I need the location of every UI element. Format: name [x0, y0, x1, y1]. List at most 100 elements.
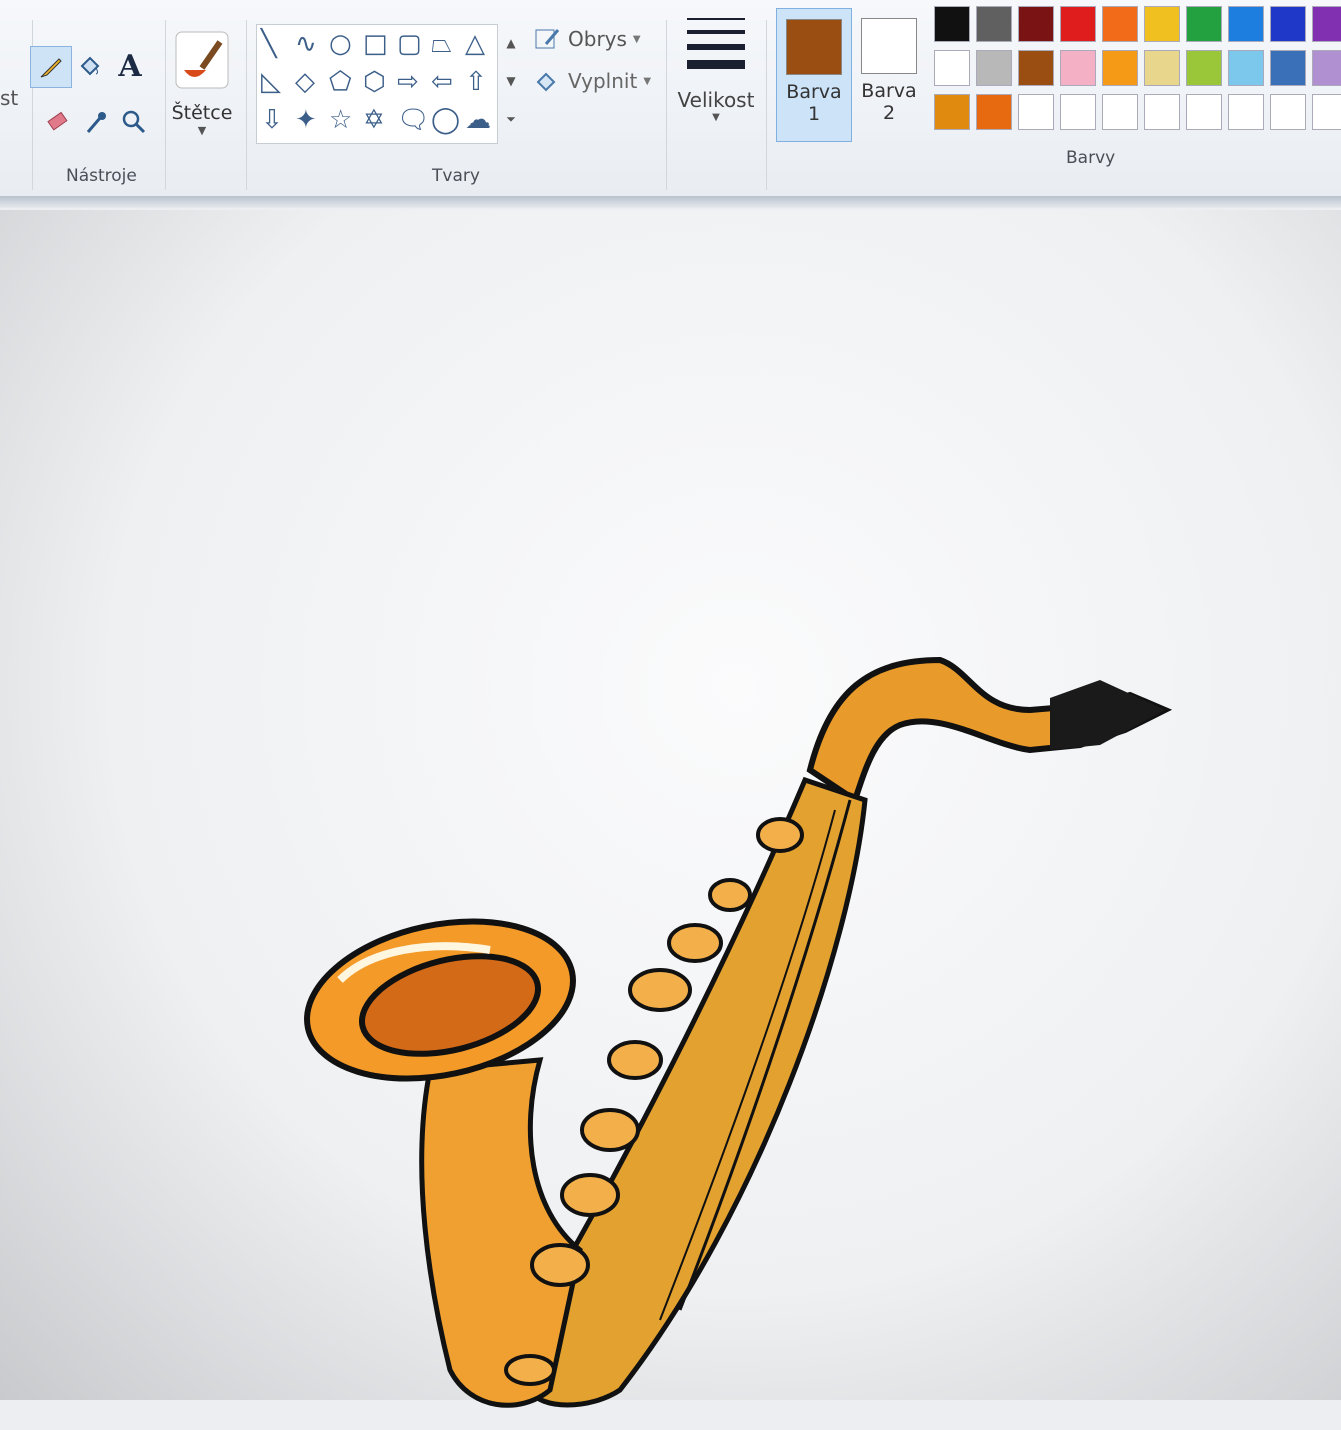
colors-group-label: Barvy: [1066, 148, 1116, 168]
palette-color-swatch[interactable]: [1144, 50, 1180, 86]
outline-dropdown[interactable]: Obrys ▼: [534, 24, 641, 54]
palette-color-swatch[interactable]: [1060, 94, 1096, 130]
sax-key: [530, 1243, 590, 1287]
fill-tool[interactable]: [70, 46, 110, 86]
color-picker-tool[interactable]: [76, 102, 116, 142]
shape-tool-icon[interactable]: 🗨: [397, 107, 430, 133]
ribbon-shadow: [0, 196, 1341, 208]
pencil-tool[interactable]: [30, 46, 72, 88]
shapes-scroll-down-button[interactable]: ▼: [500, 62, 522, 100]
palette-color-swatch[interactable]: [1060, 50, 1096, 86]
shapes-group-label: Tvary: [432, 166, 480, 186]
palette-color-swatch[interactable]: [1102, 94, 1138, 130]
shape-tool-icon[interactable]: ⬡: [363, 69, 386, 95]
sax-key: [756, 817, 804, 853]
eraser-icon: [47, 111, 68, 131]
palette-color-swatch[interactable]: [934, 6, 970, 42]
sax-key: [628, 968, 692, 1012]
fill-dropdown[interactable]: Vyplnit ▼: [534, 66, 651, 96]
size-label: Velikost: [677, 88, 755, 112]
sax-body: [527, 776, 868, 1408]
outline-pencil-icon: [535, 29, 560, 49]
text-tool[interactable]: A: [110, 46, 150, 86]
color2-label: Barva: [861, 80, 917, 102]
palette-color-swatch[interactable]: [976, 94, 1012, 130]
shape-tool-icon[interactable]: ✡: [363, 107, 385, 133]
brushes-label: Štětce: [171, 102, 233, 124]
palette-color-swatch[interactable]: [1270, 94, 1306, 130]
sax-key: [607, 1040, 663, 1080]
palette-color-swatch[interactable]: [1228, 50, 1264, 86]
palette-color-swatch[interactable]: [1186, 50, 1222, 86]
chevron-down-icon: ▼: [632, 33, 641, 45]
color1-swatch: [786, 19, 842, 75]
sax-mouthpiece: [1050, 680, 1165, 750]
color2-swatch: [861, 18, 917, 74]
sax-bow: [419, 1057, 583, 1408]
shape-tool-icon[interactable]: ✦: [295, 107, 317, 133]
sax-key: [580, 1108, 640, 1152]
separator: [666, 20, 667, 190]
palette-color-swatch[interactable]: [1270, 6, 1306, 42]
shape-tool-icon[interactable]: □: [363, 31, 388, 57]
dropdown-arrow-icon: ▼: [197, 124, 207, 137]
palette-color-swatch[interactable]: [1312, 50, 1341, 86]
shape-tool-icon[interactable]: ▢: [397, 31, 422, 57]
palette-color-swatch[interactable]: [1018, 6, 1054, 42]
palette-color-swatch[interactable]: [976, 50, 1012, 86]
shape-tool-icon[interactable]: ○: [329, 31, 352, 57]
shape-tool-icon[interactable]: ╲: [261, 31, 277, 57]
shape-tool-icon[interactable]: ⏢: [431, 31, 452, 57]
sax-key: [560, 1173, 620, 1217]
palette-color-swatch[interactable]: [1144, 6, 1180, 42]
shape-tool-icon[interactable]: ∿: [295, 31, 317, 57]
palette-color-swatch[interactable]: [1186, 6, 1222, 42]
sax-key: [708, 878, 752, 912]
shapes-expand-button[interactable]: ⏷: [500, 100, 522, 138]
shape-tool-icon[interactable]: ⇦: [431, 69, 453, 95]
drawing-canvas[interactable]: [0, 210, 1341, 1408]
palette-color-swatch[interactable]: [934, 50, 970, 86]
palette-color-swatch[interactable]: [1060, 6, 1096, 42]
palette-color-swatch[interactable]: [1018, 94, 1054, 130]
palette-color-swatch[interactable]: [934, 94, 970, 130]
palette-color-swatch[interactable]: [1144, 94, 1180, 130]
chevron-down-icon: ▼: [643, 75, 652, 87]
shape-tool-icon[interactable]: ⇩: [261, 107, 283, 133]
shapes-scroll-up-button[interactable]: ▲: [500, 24, 522, 62]
shape-tool-icon[interactable]: ◺: [261, 69, 281, 95]
size-button[interactable]: Velikost ▼: [676, 14, 756, 123]
shape-tool-icon[interactable]: ☁: [465, 107, 491, 133]
palette-color-swatch[interactable]: [1018, 50, 1054, 86]
ribbon: st A Nástroje Štětce ▼ ╲ ∿ ○ □ ▢ ⏢ △ ◺ ◇ ⬠ ⬡ ⇨ ⇦ ⇧ ⇩ ✦ ☆…: [0, 0, 1341, 208]
palette-color-swatch[interactable]: [1312, 6, 1341, 42]
palette-color-swatch[interactable]: [1186, 94, 1222, 130]
palette-color-swatch[interactable]: [1102, 50, 1138, 86]
brush-icon: [175, 31, 229, 89]
palette-color-swatch[interactable]: [1312, 94, 1341, 130]
color1-label: Barva: [786, 81, 842, 103]
shape-tool-icon[interactable]: ◯: [431, 107, 460, 133]
palette-color-swatch[interactable]: [1102, 6, 1138, 42]
magnifier-tool[interactable]: [114, 102, 154, 142]
separator: [766, 20, 767, 190]
pencil-icon: [40, 58, 62, 78]
magnifier-icon: [122, 110, 146, 134]
palette-color-swatch[interactable]: [1228, 94, 1264, 130]
color2-button[interactable]: Barva 2: [852, 8, 926, 140]
shape-tool-icon[interactable]: ⬠: [329, 69, 352, 95]
shape-tool-icon[interactable]: ⇧: [465, 69, 487, 95]
palette-color-swatch[interactable]: [976, 6, 1012, 42]
eraser-tool[interactable]: [38, 102, 78, 142]
shape-tool-icon[interactable]: ☆: [329, 107, 352, 133]
brushes-button[interactable]: Štětce ▼: [170, 30, 234, 150]
shape-tool-icon[interactable]: ◇: [295, 69, 315, 95]
shape-tool-icon[interactable]: △: [465, 31, 485, 57]
palette-color-swatch[interactable]: [1270, 50, 1306, 86]
color2-number: 2: [882, 102, 896, 124]
palette-color-swatch[interactable]: [1228, 6, 1264, 42]
color1-button[interactable]: Barva 1: [776, 8, 852, 142]
line-size-icon: [687, 18, 745, 69]
sax-key: [504, 1354, 556, 1386]
shape-tool-icon[interactable]: ⇨: [397, 69, 419, 95]
